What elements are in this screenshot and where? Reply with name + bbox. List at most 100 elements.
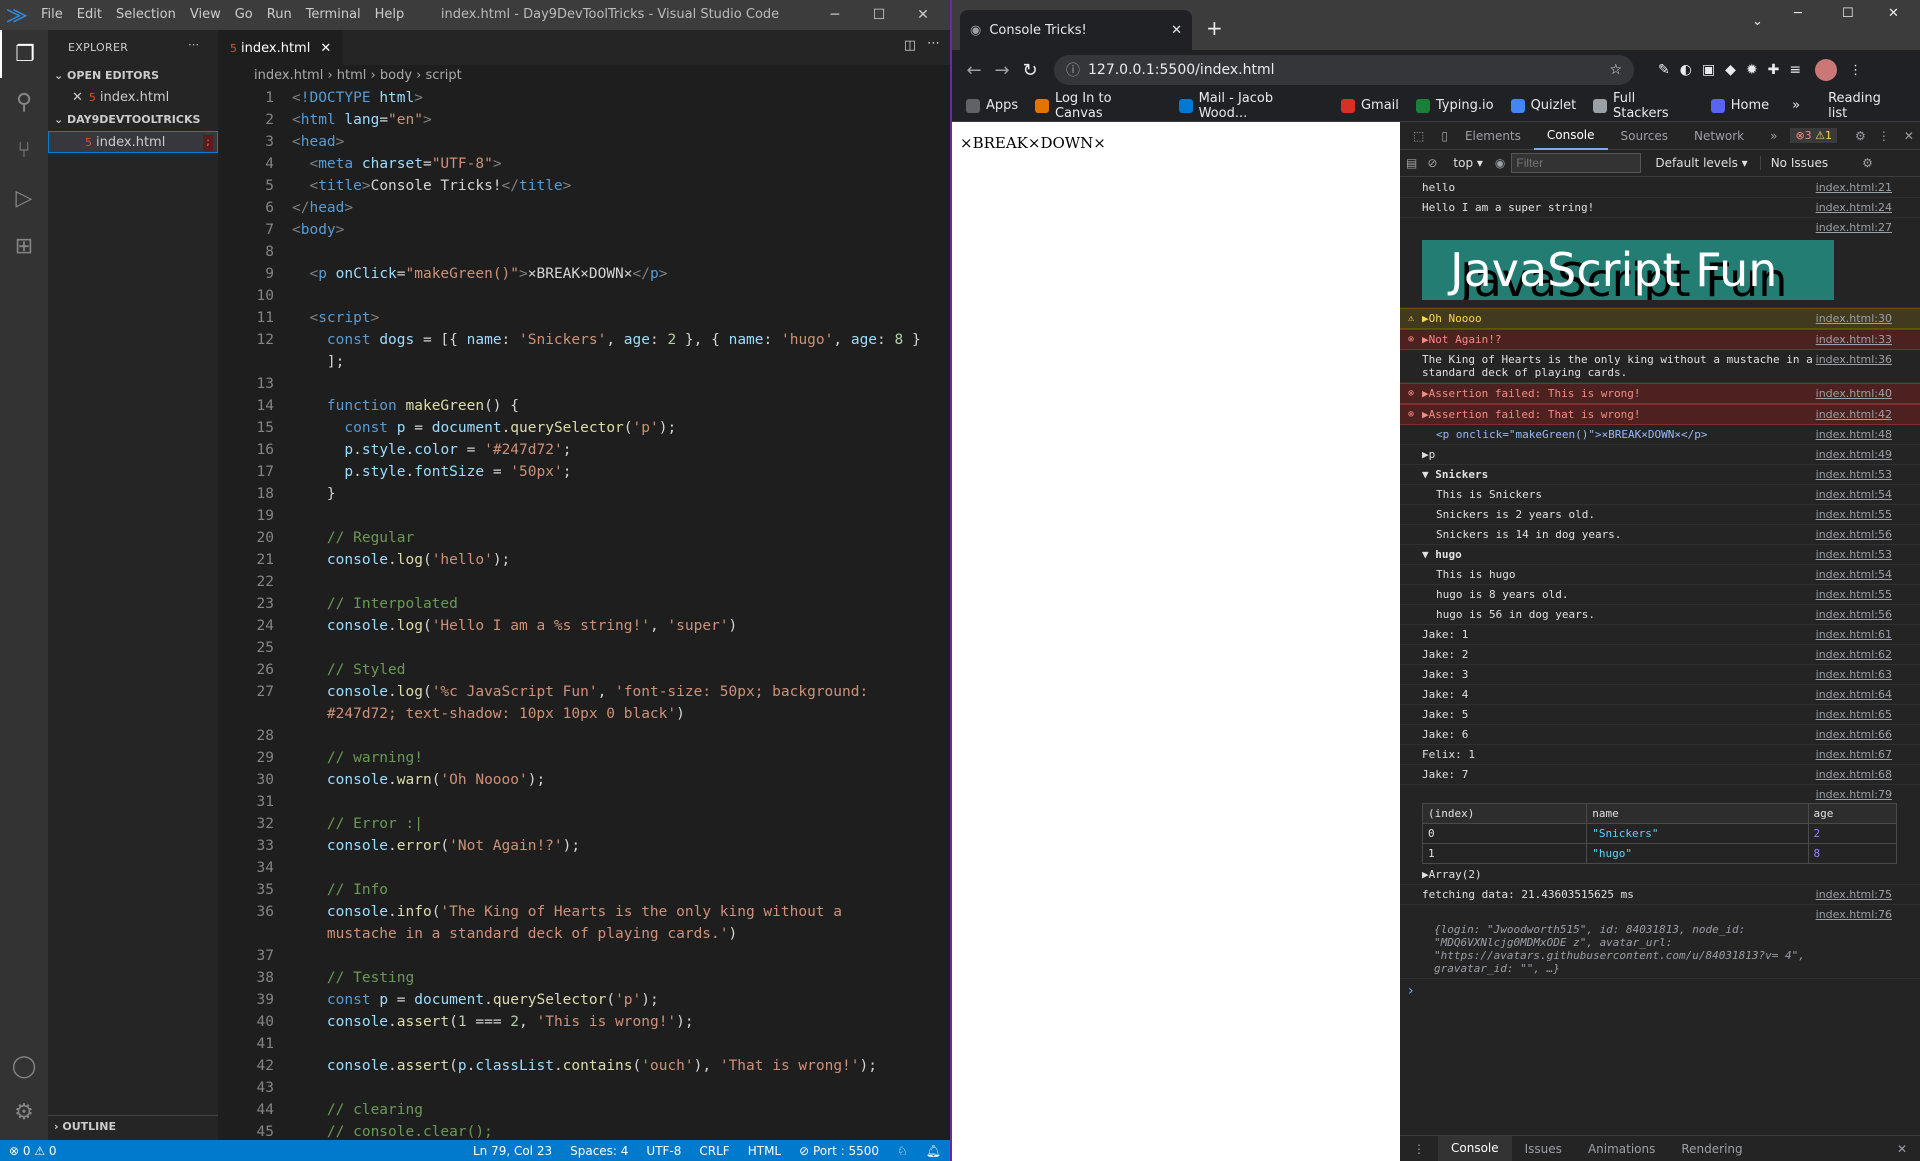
drawer-tab-issues[interactable]: Issues [1512, 1142, 1575, 1156]
code-line[interactable]: 38 // Testing [218, 967, 950, 989]
log-levels-select[interactable]: Default levels ▾ [1655, 156, 1747, 170]
reload-icon[interactable]: ↻ [1016, 60, 1044, 81]
code-line[interactable]: 18 } [218, 483, 950, 505]
devtools-menu-icon[interactable]: ⋮ [1878, 129, 1890, 143]
end-of-line[interactable]: CRLF [690, 1144, 738, 1158]
live-server-port[interactable]: ⊘ Port : 5500 [790, 1144, 888, 1158]
bookmark-item[interactable]: Apps [966, 98, 1018, 113]
source-link[interactable]: index.html:54 [1816, 568, 1892, 581]
source-link[interactable]: index.html:63 [1816, 668, 1892, 681]
code-line[interactable]: 34 [218, 857, 950, 879]
issue-counts[interactable]: ⊗3 ⚠1 [1790, 128, 1838, 143]
open-editors-section[interactable]: ⌄ OPEN EDITORS [48, 65, 218, 87]
inspect-icon[interactable]: ⬚ [1400, 122, 1437, 150]
breadcrumb-item[interactable]: html [337, 68, 367, 83]
live-expression-icon[interactable]: ◉ [1495, 156, 1505, 170]
menu-run[interactable]: Run [260, 0, 299, 30]
code-line[interactable]: 35 // Info [218, 879, 950, 901]
code-line[interactable]: 5 <title>Console Tricks!</title> [218, 175, 950, 197]
code-line[interactable]: 1 <!DOCTYPE html> [218, 87, 950, 109]
bookmark-star-icon[interactable]: ☆ [1609, 62, 1622, 78]
source-link[interactable]: index.html:30 [1816, 312, 1892, 325]
split-editor-icon[interactable]: ◫ [904, 38, 916, 53]
console-text[interactable]: ▶Assertion failed: That is wrong! [1422, 408, 1641, 421]
code-line[interactable]: 41 [218, 1033, 950, 1055]
code-line[interactable]: 44 // clearing [218, 1099, 950, 1121]
devtools-tab-console[interactable]: Console [1533, 122, 1608, 150]
account-icon[interactable]: ◯ [0, 1042, 48, 1090]
file-item[interactable]: 5 index.html; [48, 131, 218, 153]
source-link[interactable]: index.html:56 [1816, 608, 1892, 621]
menu-terminal[interactable]: Terminal [299, 0, 368, 30]
search-icon[interactable]: ⚲ [0, 78, 48, 126]
code-line[interactable]: #247d72; text-shadow: 10px 10px 0 black'… [218, 703, 950, 725]
cursor-position[interactable]: Ln 79, Col 23 [464, 1144, 561, 1158]
code-line[interactable]: 45 // console.clear(); [218, 1121, 950, 1140]
console-text[interactable]: ▼ hugo [1422, 548, 1462, 561]
menu-view[interactable]: View [183, 0, 228, 30]
tab-close-icon[interactable]: ✕ [1171, 23, 1182, 38]
source-link[interactable]: index.html:64 [1816, 688, 1892, 701]
bookmark-item[interactable]: Mail - Jacob Wood... [1178, 91, 1324, 121]
close-icon[interactable]: ✕ [1888, 6, 1899, 21]
language-mode[interactable]: HTML [739, 1144, 790, 1158]
source-link[interactable]: index.html:62 [1816, 648, 1892, 661]
devtools-close-icon[interactable]: ✕ [1904, 129, 1914, 143]
minimize-icon[interactable]: ─ [1794, 6, 1802, 21]
menu-icon[interactable]: ⋮ [1849, 63, 1862, 78]
code-line[interactable]: 7 <body> [218, 219, 950, 241]
code-line[interactable]: 17 p.style.fontSize = '50px'; [218, 461, 950, 483]
array-expander[interactable]: ▶Array(2) [1422, 868, 1820, 881]
code-line[interactable]: 15 const p = document.querySelector('p')… [218, 417, 950, 439]
source-link[interactable]: index.html:24 [1816, 201, 1892, 214]
editor-tab[interactable]: 5 index.html ✕ [218, 30, 344, 65]
source-link[interactable]: index.html:55 [1816, 588, 1892, 601]
bookmark-item[interactable]: Full Stackers [1593, 91, 1694, 121]
console-filter-input[interactable] [1511, 153, 1642, 173]
menu-go[interactable]: Go [228, 0, 260, 30]
profile-avatar[interactable] [1815, 59, 1838, 81]
code-line[interactable]: 21 console.log('hello'); [218, 549, 950, 571]
code-line[interactable]: 14 function makeGreen() { [218, 395, 950, 417]
code-line[interactable]: 42 console.assert(p.classList.contains('… [218, 1055, 950, 1077]
source-link[interactable]: index.html:66 [1816, 728, 1892, 741]
maximize-icon[interactable]: ☐ [856, 0, 902, 30]
source-control-icon[interactable]: ⑂ [0, 126, 48, 174]
minimize-icon[interactable]: ─ [812, 0, 858, 30]
tab-close-icon[interactable]: ✕ [320, 41, 331, 56]
code-line[interactable]: 11 <script> [218, 307, 950, 329]
settings-icon[interactable]: ⚙ [1855, 129, 1866, 143]
bookmark-item[interactable]: Log In to Canvas [1035, 91, 1162, 121]
code-line[interactable]: 10 [218, 285, 950, 307]
code-line[interactable]: 25 [218, 637, 950, 659]
console-text[interactable]: ▶Oh Noooo [1422, 312, 1482, 325]
breadcrumb-item[interactable]: script [426, 68, 462, 83]
menu-file[interactable]: File [34, 0, 70, 30]
code-line[interactable]: 6 </head> [218, 197, 950, 219]
close-icon[interactable]: ✕ [72, 90, 83, 105]
source-link[interactable]: index.html:53 [1816, 468, 1892, 481]
source-link[interactable]: index.html:33 [1816, 333, 1892, 346]
page-paragraph[interactable]: ×BREAK×DOWN× [960, 134, 1400, 152]
extension-icons[interactable]: ✎◐▣◆✹✚≡ [1658, 62, 1811, 78]
console-text[interactable]: ▼ Snickers [1422, 468, 1488, 481]
code-line[interactable]: 39 const p = document.querySelector('p')… [218, 989, 950, 1011]
code-line[interactable]: 28 [218, 725, 950, 747]
bookmark-item[interactable]: Gmail [1340, 98, 1399, 113]
device-toggle-icon[interactable]: ▯ [1437, 122, 1452, 150]
bookmark-item[interactable]: Typing.io [1415, 98, 1494, 113]
indentation[interactable]: Spaces: 4 [561, 1144, 637, 1158]
source-link[interactable]: index.html:53 [1816, 548, 1892, 561]
source-link[interactable]: index.html:75 [1816, 888, 1892, 901]
drawer-close-icon[interactable]: ✕ [1884, 1142, 1920, 1156]
address-bar[interactable]: ⓘ 127.0.0.1:5500/index.html ☆ [1054, 55, 1634, 85]
feedback-icon[interactable]: ♘ [888, 1144, 917, 1158]
code-line[interactable]: 37 [218, 945, 950, 967]
source-link[interactable]: index.html:40 [1816, 387, 1892, 400]
console-text[interactable]: ▶p [1422, 448, 1435, 461]
code-line[interactable]: 43 [218, 1077, 950, 1099]
drawer-tab-console[interactable]: Console [1438, 1136, 1512, 1161]
console-text[interactable]: ▶Assertion failed: This is wrong! [1422, 387, 1641, 400]
devtools-tab-elements[interactable]: Elements [1452, 122, 1534, 150]
code-line[interactable]: 27 console.log('%c JavaScript Fun', 'fon… [218, 681, 950, 703]
